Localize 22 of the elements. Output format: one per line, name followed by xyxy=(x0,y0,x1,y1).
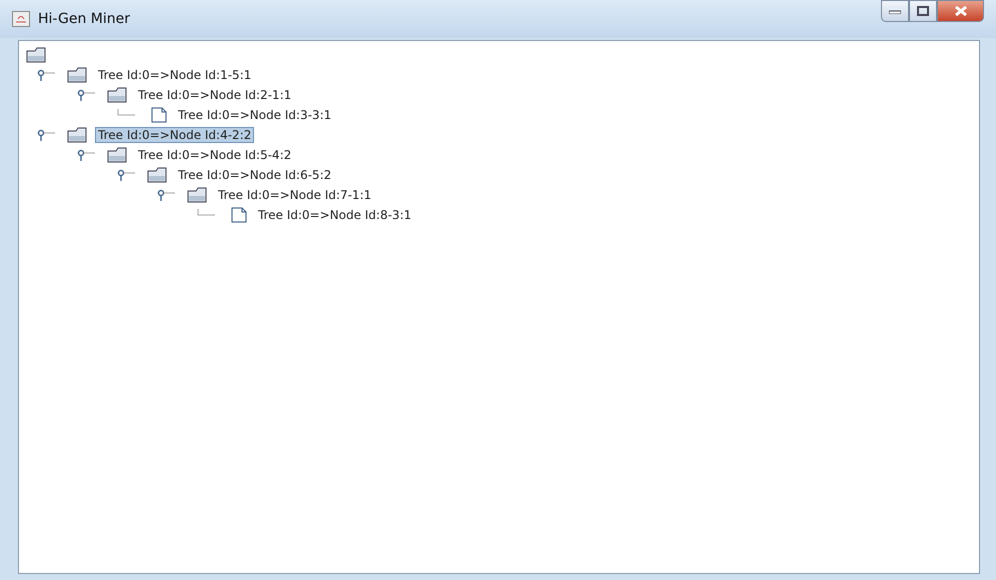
close-icon xyxy=(954,6,968,16)
tree-item[interactable]: Tree Id:0=>Node Id:3-3:1 xyxy=(175,107,334,123)
tree-item[interactable]: Tree Id:0=>Node Id:5-4:2 xyxy=(135,147,294,163)
expand-toggle[interactable] xyxy=(37,129,55,141)
close-button[interactable] xyxy=(937,0,984,22)
tree-item[interactable]: Tree Id:0=>Node Id:2-1:1 xyxy=(135,87,294,103)
maximize-button[interactable] xyxy=(909,0,937,22)
app-icon xyxy=(12,11,30,27)
minimize-button[interactable] xyxy=(881,0,909,22)
minimize-icon xyxy=(889,8,901,14)
tree-item[interactable]: Tree Id:0=>Node Id:4-2:2 xyxy=(95,127,254,143)
tree-item[interactable]: Tree Id:0=>Node Id:1-5:1 xyxy=(95,67,254,83)
tree-item[interactable]: Tree Id:0=>Node Id:6-5:2 xyxy=(175,167,334,183)
expand-toggle[interactable] xyxy=(77,149,95,161)
expand-toggle[interactable] xyxy=(37,69,55,81)
window-title: Hi-Gen Miner xyxy=(38,11,131,27)
tree-item[interactable]: Tree Id:0=>Node Id:7-1:1 xyxy=(215,187,374,203)
maximize-icon xyxy=(917,6,929,16)
tree-item[interactable]: Tree Id:0=>Node Id:8-3:1 xyxy=(255,207,414,223)
expand-toggle[interactable] xyxy=(157,189,175,201)
expand-toggle[interactable] xyxy=(77,89,95,101)
expand-toggle[interactable] xyxy=(117,169,135,181)
